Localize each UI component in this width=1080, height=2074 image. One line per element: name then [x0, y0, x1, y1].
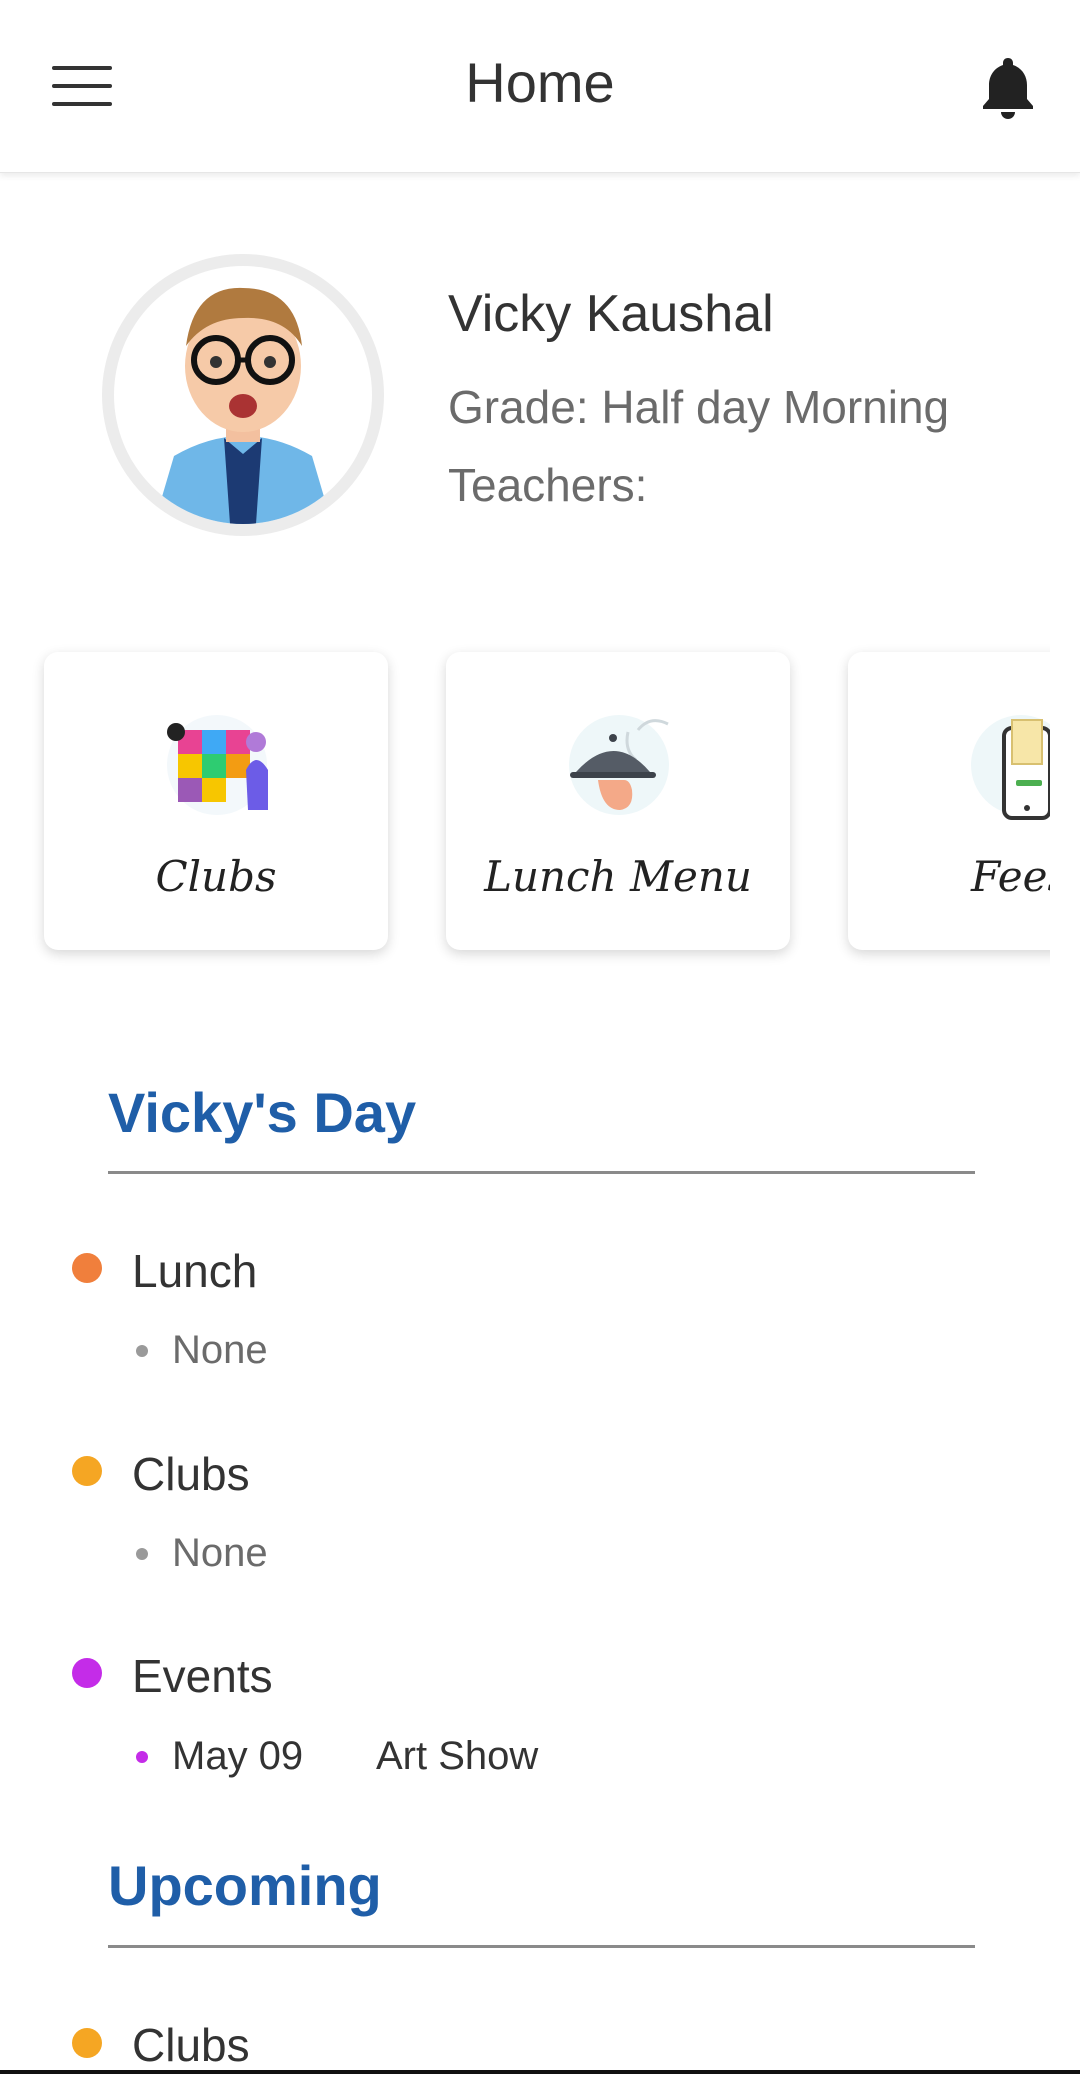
student-teachers: Teachers: [448, 459, 648, 511]
bullet-icon [136, 1345, 148, 1357]
bell-icon[interactable] [978, 54, 1038, 120]
events-dot-icon [72, 1658, 102, 1688]
avatar[interactable] [102, 254, 384, 536]
clubs-dot-icon [72, 2028, 102, 2058]
card-label: Lunch Menu [484, 852, 752, 901]
bullet-icon [136, 1751, 148, 1763]
feature-cards-carousel[interactable]: Clubs Lunch Menu Fees [30, 640, 1050, 970]
lunch-cloche-icon [569, 715, 669, 815]
section-divider [108, 1945, 975, 1948]
lunch-menu-card[interactable]: Lunch Menu [446, 652, 790, 950]
event-date: May 09 [172, 1734, 304, 1778]
app-header: Home [0, 0, 1080, 173]
bullet-icon [136, 1548, 148, 1560]
clubs-puzzle-icon [167, 715, 268, 815]
fees-card[interactable]: Fees [848, 652, 1050, 950]
card-label: Fees [970, 852, 1050, 901]
event-name[interactable]: Art Show [376, 1734, 538, 1779]
clubs-card[interactable]: Clubs [44, 652, 388, 950]
section-title-upcoming: Upcoming [108, 1854, 382, 1917]
section-divider [108, 1171, 975, 1174]
lunch-dot-icon [72, 1253, 102, 1283]
card-label: Clubs [155, 852, 277, 901]
avatar-photo [114, 266, 372, 524]
upcoming-item-title-clubs: Clubs [132, 2019, 250, 2071]
clubs-dot-icon [72, 1456, 102, 1486]
day-item-title-events: Events [132, 1650, 273, 1702]
page-title: Home [465, 51, 615, 114]
day-item-sub-clubs: None [172, 1531, 268, 1575]
day-item-title-clubs: Clubs [132, 1448, 250, 1500]
bottom-edge [0, 2070, 1080, 2074]
day-item-title-lunch: Lunch [132, 1245, 258, 1297]
student-grade: Grade: Half day Morning [448, 381, 950, 433]
day-item-sub-lunch: None [172, 1328, 268, 1372]
fees-phone-icon [971, 715, 1050, 820]
student-name: Vicky Kaushal [448, 285, 774, 343]
section-title-day: Vicky's Day [108, 1081, 417, 1144]
